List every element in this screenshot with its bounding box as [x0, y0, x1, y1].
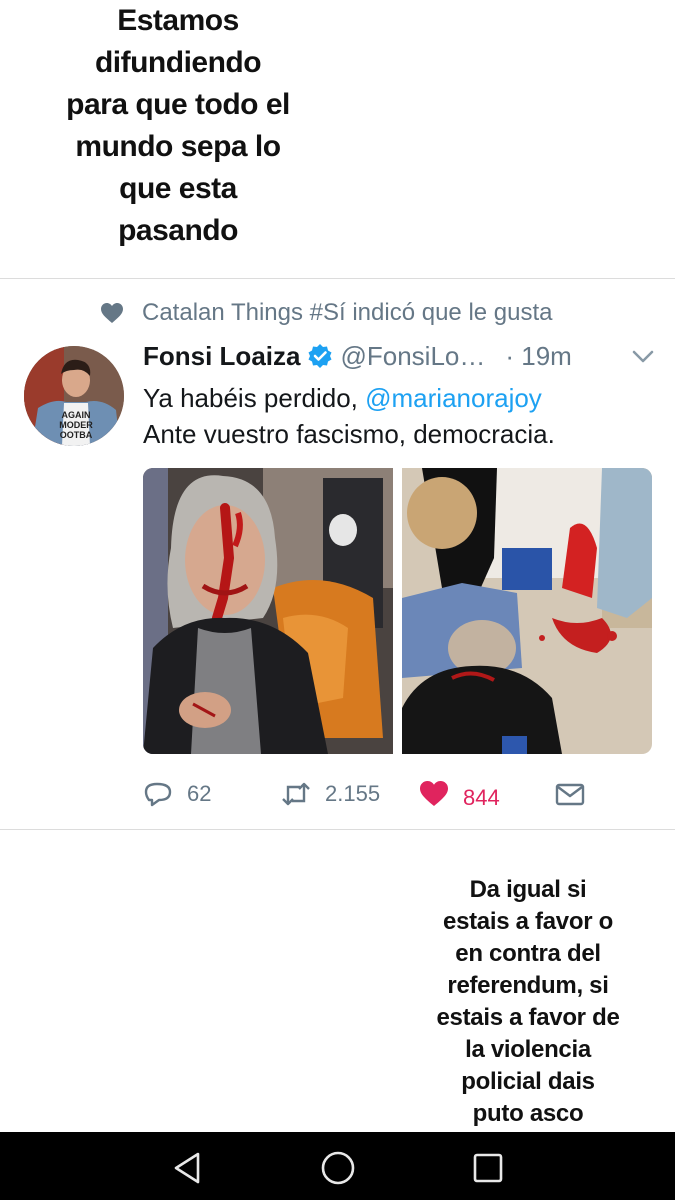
photo-injured-on-floor: [402, 468, 652, 754]
back-icon[interactable]: [170, 1150, 206, 1186]
tweet-actions: 62 2.155 844: [143, 772, 653, 816]
avatar[interactable]: AGAIN MODER OOTBA: [24, 346, 124, 446]
tweet-header: Fonsi Loaiza @FonsiLo… · 19m: [143, 336, 572, 376]
tweet-line-2: Ante vuestro fascismo, democracia.: [143, 419, 555, 449]
heart-filled-icon: [420, 781, 448, 806]
navigation-bar: [0, 1132, 675, 1200]
retweet-count: 2.155: [325, 781, 381, 806]
photo-injured-woman: [143, 468, 393, 754]
avatar-image: AGAIN MODER OOTBA: [24, 346, 124, 446]
tweet-photo-2[interactable]: [402, 468, 652, 754]
social-context[interactable]: Catalan Things #Sí indicó que le gusta: [100, 296, 553, 330]
reply-icon: [144, 782, 172, 807]
divider: [0, 278, 675, 279]
retweet-icon: [282, 782, 310, 806]
direct-message-button[interactable]: [555, 772, 585, 816]
tweet-text: Ya habéis perdido, @marianorajoy Ante vu…: [143, 380, 555, 452]
top-caption: Estamos difundiendo para que todo el mun…: [66, 4, 290, 247]
retweet-button[interactable]: 2.155: [281, 772, 380, 816]
author-handle[interactable]: @FonsiLo…: [340, 341, 485, 372]
home-icon[interactable]: [320, 1150, 356, 1186]
mention-link[interactable]: @marianorajoy: [365, 383, 542, 413]
reply-button[interactable]: 62: [143, 772, 211, 816]
like-count: 844: [463, 785, 500, 810]
reply-count: 62: [187, 781, 212, 806]
tweet-time[interactable]: · 19m: [505, 341, 571, 372]
bottom-caption: Da igual si estais a favor o en contra d…: [436, 876, 620, 1127]
tweet-photo-1[interactable]: [143, 468, 393, 754]
verified-badge-icon: [308, 344, 332, 368]
tweet-line-1: Ya habéis perdido, @marianorajoy: [143, 380, 555, 416]
author-name[interactable]: Fonsi Loaiza: [143, 341, 300, 372]
avatar-shirt-line-3: OOTBA: [60, 430, 93, 440]
social-context-text: Catalan Things #Sí indicó que le gusta: [142, 299, 553, 326]
avatar-shirt-line-2: MODER: [59, 420, 93, 430]
heart-icon: [101, 303, 123, 323]
divider: [0, 829, 675, 830]
avatar-shirt-line-1: AGAIN: [62, 410, 91, 420]
tweet-line-1-text: Ya habéis perdido,: [143, 383, 366, 413]
envelope-icon: [555, 783, 585, 806]
like-button[interactable]: 844: [419, 772, 500, 816]
chevron-down-icon[interactable]: [632, 350, 654, 364]
recents-icon[interactable]: [470, 1150, 506, 1186]
